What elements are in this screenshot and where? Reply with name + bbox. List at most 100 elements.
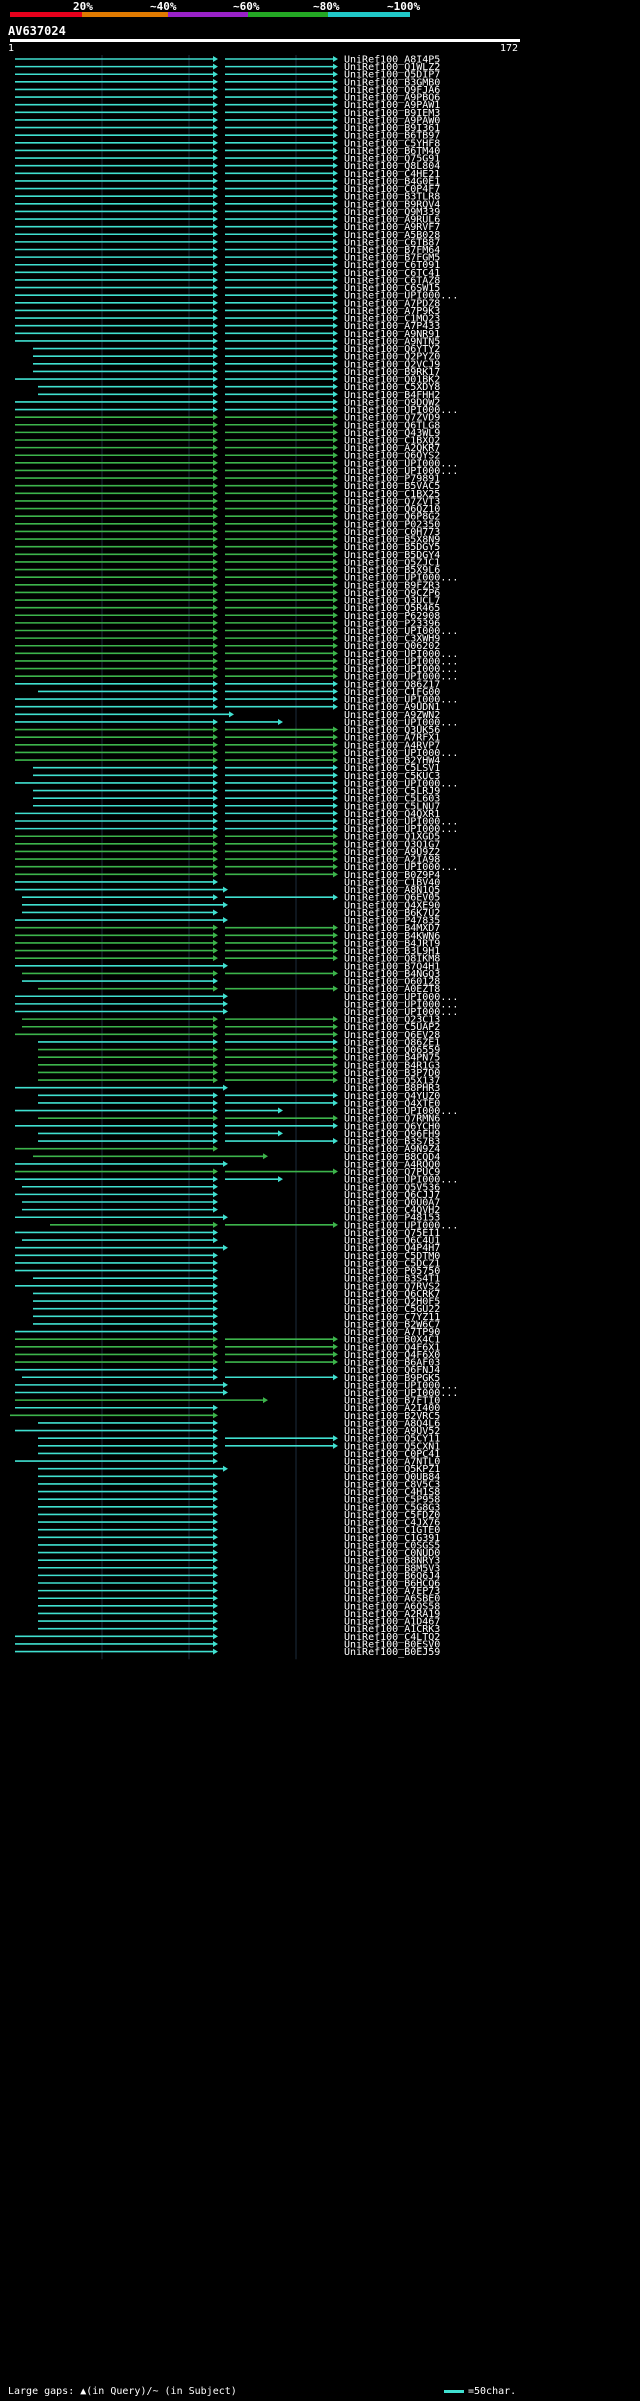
alignment-arrowhead xyxy=(213,1640,218,1647)
alignment-arrowhead xyxy=(333,734,338,741)
alignment-segment xyxy=(38,1503,218,1510)
alignment-segment xyxy=(38,1069,218,1076)
scale-segment-orange xyxy=(82,12,168,17)
alignment-segment xyxy=(15,1427,218,1434)
alignment-segment xyxy=(225,444,338,451)
alignment-segment xyxy=(225,787,338,794)
alignment-segment xyxy=(225,1442,338,1449)
alignment-arrowhead xyxy=(263,1153,268,1160)
alignment-arrowhead xyxy=(333,406,338,413)
alignment-arrowhead xyxy=(213,1023,218,1030)
alignment-segment xyxy=(38,1473,218,1480)
alignment-segment xyxy=(225,109,338,116)
alignment-arrowhead xyxy=(333,802,338,809)
alignment-segment xyxy=(38,1595,218,1602)
alignment-arrowhead xyxy=(333,307,338,314)
alignment-arrowhead xyxy=(213,1435,218,1442)
alignment-segment xyxy=(15,1366,218,1373)
alignment-arrowhead xyxy=(223,1008,228,1015)
alignment-segment xyxy=(15,673,218,680)
alignment-segment xyxy=(15,238,218,245)
alignment-segment xyxy=(15,139,218,146)
alignment-arrowhead xyxy=(223,1084,228,1091)
alignment-segment xyxy=(225,276,338,283)
alignment-arrowhead xyxy=(333,1122,338,1129)
alignment-segment xyxy=(225,56,338,62)
alignment-segment xyxy=(33,353,218,360)
alignment-segment xyxy=(225,216,338,223)
alignment-segment xyxy=(225,795,338,802)
alignment-arrowhead xyxy=(333,513,338,520)
alignment-segment xyxy=(38,1587,218,1594)
alignment-segment xyxy=(225,429,338,436)
alignment-arrowhead xyxy=(213,1625,218,1632)
alignment-arrowhead xyxy=(213,650,218,657)
alignment-arrowhead xyxy=(213,1290,218,1297)
alignment-arrowhead xyxy=(333,1168,338,1175)
alignment-arrowhead xyxy=(213,208,218,215)
alignment-segment xyxy=(15,597,218,604)
alignment-segment xyxy=(225,825,338,832)
alignment-segment xyxy=(15,1648,218,1655)
alignment-segment xyxy=(15,604,218,611)
alignment-segment xyxy=(15,741,218,748)
alignment-arrowhead xyxy=(213,1488,218,1495)
alignment-segment xyxy=(15,635,218,642)
query-bar xyxy=(10,39,520,42)
alignment-segment xyxy=(225,574,338,581)
alignment-segment xyxy=(15,749,218,756)
alignment-segment xyxy=(225,177,338,184)
alignment-arrowhead xyxy=(333,574,338,581)
alignment-segment xyxy=(15,467,218,474)
alignment-arrowhead xyxy=(213,680,218,687)
alignment-segment xyxy=(225,871,338,878)
alignment-segment xyxy=(225,170,338,177)
alignment-segment xyxy=(38,1534,218,1541)
alignment-arrowhead xyxy=(213,1519,218,1526)
alignment-segment xyxy=(225,955,338,962)
alignment-arrowhead xyxy=(213,490,218,497)
alignment-segment xyxy=(225,985,338,992)
alignment-arrowhead xyxy=(213,444,218,451)
legend-line-sample xyxy=(444,2390,464,2393)
alignment-segment xyxy=(15,993,228,1000)
alignment-arrowhead xyxy=(333,932,338,939)
alignment-arrowhead xyxy=(213,1099,218,1106)
alignment-arrowhead xyxy=(213,597,218,604)
alignment-segment xyxy=(225,665,338,672)
alignment-arrowhead xyxy=(213,284,218,291)
alignment-segment xyxy=(15,1640,218,1647)
alignment-arrowhead xyxy=(213,475,218,482)
alignment-arrowhead xyxy=(213,216,218,223)
alignment-segment xyxy=(15,1191,218,1198)
alignment-arrowhead xyxy=(333,216,338,223)
alignment-segment xyxy=(33,345,218,352)
alignment-arrowhead xyxy=(333,810,338,817)
alignment-arrowhead xyxy=(213,86,218,93)
alignment-arrowhead xyxy=(333,1092,338,1099)
alignment-segment xyxy=(15,459,218,466)
alignment-arrowhead xyxy=(213,1480,218,1487)
alignment-arrowhead xyxy=(333,833,338,840)
alignment-segment xyxy=(15,1160,228,1167)
alignment-arrowhead xyxy=(333,955,338,962)
alignment-arrowhead xyxy=(213,1343,218,1350)
alignment-segment xyxy=(38,1541,218,1548)
alignment-arrowhead xyxy=(333,177,338,184)
alignment-segment xyxy=(225,863,338,870)
alignment-segment xyxy=(225,1023,338,1030)
alignment-segment xyxy=(38,1610,218,1617)
legend-label: =50char. xyxy=(468,2386,517,2397)
alignment-arrowhead xyxy=(213,741,218,748)
alignment-segment xyxy=(33,787,218,794)
alignment-segment xyxy=(225,147,338,154)
alignment-arrowhead xyxy=(333,1442,338,1449)
alignment-arrowhead xyxy=(333,429,338,436)
alignment-arrowhead xyxy=(213,589,218,596)
alignment-segment xyxy=(15,558,218,565)
alignment-arrowhead xyxy=(213,414,218,421)
alignment-segment xyxy=(15,177,218,184)
alignment-segment xyxy=(15,1122,218,1129)
alignment-segment xyxy=(225,406,338,413)
alignment-segment xyxy=(15,1107,218,1114)
